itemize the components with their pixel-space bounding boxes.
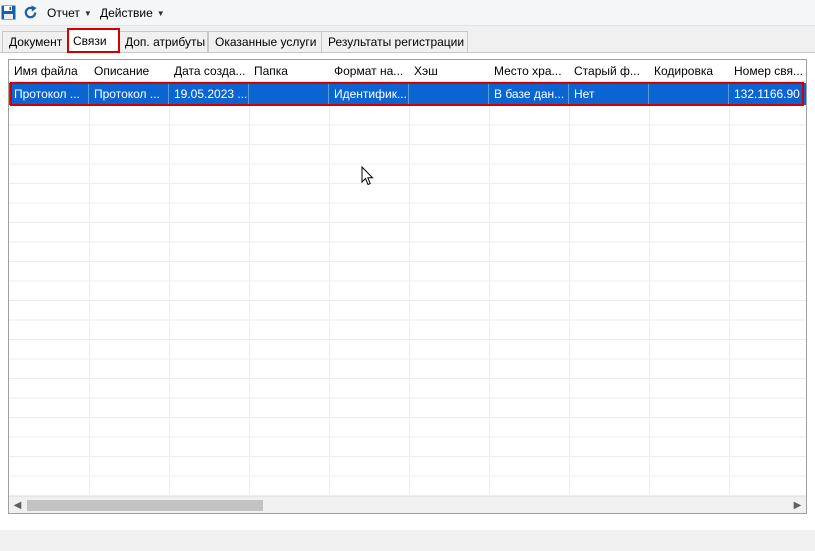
scroll-right-icon[interactable]: ▶ xyxy=(789,497,806,513)
table-row[interactable]: Протокол ... Протокол ... 19.05.2023 ...… xyxy=(9,83,806,105)
tab-document[interactable]: Документ xyxy=(2,31,68,52)
column-header-description[interactable]: Описание xyxy=(89,60,170,82)
action-menu-label: Действие xyxy=(100,6,153,20)
column-header-label: Старый ф... xyxy=(574,64,640,78)
column-header-folder[interactable]: Папка xyxy=(249,60,330,82)
refresh-icon[interactable] xyxy=(22,4,38,20)
column-header-created-date[interactable]: Дата созда... xyxy=(169,60,250,82)
column-header-label: Место хра... xyxy=(494,64,562,78)
tab-strip: Документ Связи Доп. атрибуты Оказанные у… xyxy=(0,28,815,53)
cell-file-name[interactable]: Протокол ... xyxy=(9,84,89,104)
horizontal-scrollbar[interactable]: ◀ ▶ xyxy=(9,496,806,513)
tab-label: Результаты регистрации xyxy=(328,35,465,49)
save-icon[interactable] xyxy=(0,4,16,20)
cell-storage-location[interactable]: В базе дан... xyxy=(489,84,569,104)
scrollbar-thumb[interactable] xyxy=(27,500,263,511)
grid-lines xyxy=(9,60,806,500)
tab-additional-attributes[interactable]: Доп. атрибуты xyxy=(118,31,208,52)
column-header-storage-location[interactable]: Место хра... xyxy=(489,60,570,82)
links-grid[interactable]: Имя файла Описание Дата созда... Папка Ф… xyxy=(8,59,807,514)
report-menu[interactable]: Отчет ▼ xyxy=(47,5,92,21)
action-menu[interactable]: Действие ▼ xyxy=(100,5,165,21)
column-header-file-name[interactable]: Имя файла xyxy=(9,60,90,82)
tab-label: Доп. атрибуты xyxy=(125,35,206,49)
column-header-format[interactable]: Формат на... xyxy=(329,60,410,82)
cell-created-date[interactable]: 19.05.2023 ... xyxy=(169,84,249,104)
column-header-label: Хэш xyxy=(414,64,438,78)
column-header-label: Имя файла xyxy=(14,64,78,78)
column-header-label: Кодировка xyxy=(654,64,714,78)
column-header-label: Формат на... xyxy=(334,64,404,78)
column-header-label: Описание xyxy=(94,64,150,78)
scroll-left-icon[interactable]: ◀ xyxy=(9,497,26,513)
column-header-encoding[interactable]: Кодировка xyxy=(649,60,730,82)
cell-old-format[interactable]: Нет xyxy=(569,84,649,104)
tab-links[interactable]: Связи xyxy=(67,28,120,53)
cell-hash[interactable] xyxy=(409,84,489,104)
tab-registration-results[interactable]: Результаты регистрации xyxy=(321,31,468,52)
cell-link-number[interactable]: 132.1166.90 xyxy=(729,84,806,104)
tab-label: Связи xyxy=(73,34,107,48)
column-header-link-number[interactable]: Номер свя... xyxy=(729,60,806,82)
cell-encoding[interactable] xyxy=(649,84,729,104)
column-header-label: Номер свя... xyxy=(734,64,804,78)
cell-folder[interactable] xyxy=(249,84,329,104)
mouse-cursor-icon xyxy=(361,166,374,186)
column-header-hash[interactable]: Хэш xyxy=(409,60,490,82)
tab-panel: Имя файла Описание Дата созда... Папка Ф… xyxy=(0,52,815,530)
column-header-label: Папка xyxy=(254,64,288,78)
column-header-old-format[interactable]: Старый ф... xyxy=(569,60,650,82)
chevron-down-icon: ▼ xyxy=(83,8,92,18)
cell-description[interactable]: Протокол ... xyxy=(89,84,169,104)
report-menu-label: Отчет xyxy=(47,6,80,20)
tab-label: Оказанные услуги xyxy=(215,35,317,49)
toolbar: Отчет ▼ Действие ▼ xyxy=(0,0,815,26)
column-header-label: Дата созда... xyxy=(174,64,246,78)
tab-label: Документ xyxy=(9,35,63,49)
chevron-down-icon: ▼ xyxy=(156,8,165,18)
cell-format[interactable]: Идентифик... xyxy=(329,84,409,104)
tab-services-rendered[interactable]: Оказанные услуги xyxy=(208,31,322,52)
